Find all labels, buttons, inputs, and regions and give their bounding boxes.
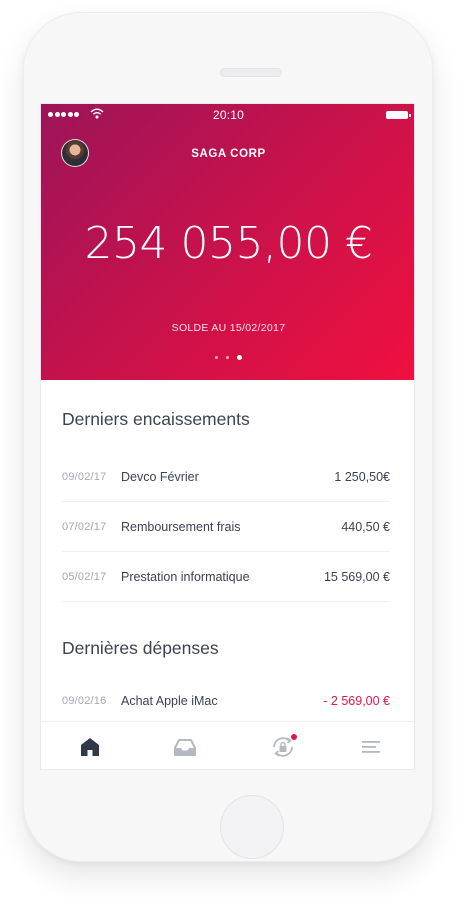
transaction-date: 09/02/16 [62,695,107,707]
app-screen: 20:10 SAGA CORP 254 055,00 € SOLDE AU 15… [40,103,415,770]
account-balance: 254 055,00 € [84,218,373,269]
inbox-icon [174,739,196,756]
tab-inbox[interactable] [171,734,199,760]
company-name: SAGA CORP [191,148,266,160]
menu-icon [362,741,380,753]
page-dot[interactable] [226,356,229,359]
tab-home[interactable] [76,734,104,760]
tab-bar [41,721,414,769]
page-dot-active[interactable] [237,355,242,360]
page-indicator[interactable] [41,355,414,360]
transaction-date: 09/02/17 [62,470,107,483]
transaction-amount: - 2 569,00 € [323,694,390,708]
transaction-label: Devco Février [121,469,199,484]
income-section-title: Derniers encaissements [62,409,250,429]
phone-home-button[interactable] [220,795,284,859]
balance-header[interactable]: 20:10 SAGA CORP 254 055,00 € SOLDE AU 15… [41,104,414,380]
phone-speaker [220,68,282,77]
battery-icon [386,111,411,119]
expenses-section-title: Dernières dépenses [62,638,219,658]
home-icon [81,738,99,756]
expense-row[interactable]: 09/02/16 Achat Apple iMac - 2 569,00 € [62,676,390,726]
notification-dot [291,734,297,740]
transaction-amount: 1 250,50€ [334,469,390,484]
transaction-date: 07/02/17 [62,520,107,533]
tab-menu[interactable] [357,734,385,760]
transaction-label: Achat Apple iMac [121,694,218,708]
page-dot[interactable] [215,356,218,359]
transaction-label: Remboursement frais [121,519,241,534]
income-row[interactable]: 05/02/17 Prestation informatique 15 569,… [62,552,390,602]
tab-sync[interactable] [269,734,297,760]
transaction-amount: 15 569,00 € [323,569,390,584]
transaction-date: 05/02/17 [62,570,107,583]
transaction-amount: 440,50 € [341,519,390,534]
income-row[interactable]: 07/02/17 Remboursement frais 440,50 € [62,502,390,552]
status-bar: 20:10 [41,104,414,126]
balance-date-label: SOLDE AU 15/02/2017 [171,322,286,334]
transaction-label: Prestation informatique [121,569,250,584]
income-row[interactable]: 09/02/17 Devco Février 1 250,50€ [62,452,390,502]
status-time: 20:10 [212,108,245,122]
